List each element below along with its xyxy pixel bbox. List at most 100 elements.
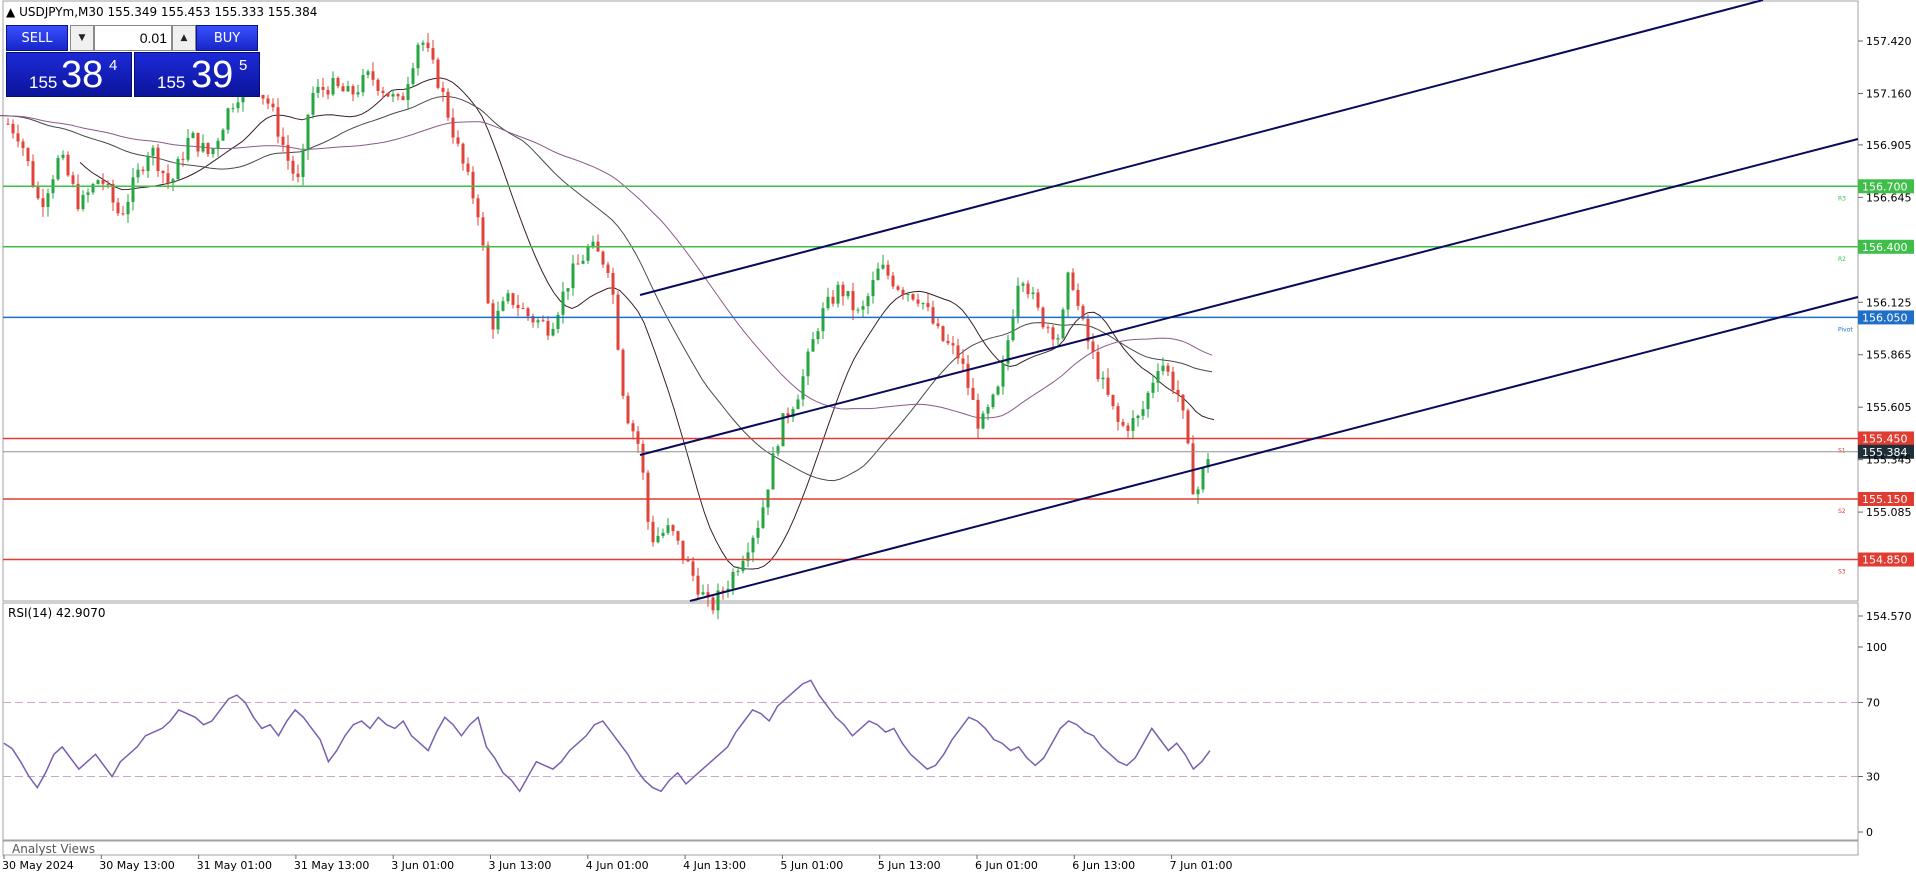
time-axis: 30 May 2024 30 May 13:00 31 May 01:00 31 Ma…	[2, 855, 1232, 872]
candle-body	[606, 264, 610, 273]
candle-body	[1036, 292, 1040, 308]
candle-body	[46, 193, 50, 208]
candle-body	[281, 136, 285, 145]
candle-body	[1156, 371, 1160, 383]
candle-body	[346, 86, 350, 92]
sell-price-display[interactable]: 155 38 4	[6, 52, 132, 97]
candle-body	[1166, 365, 1170, 372]
candle-body	[381, 90, 385, 93]
candle-body	[641, 443, 645, 473]
collapse-triangle-icon[interactable]: ▲	[6, 5, 15, 19]
candle-body	[626, 395, 630, 424]
candle-body	[961, 358, 965, 364]
rsi-tick-label: 30	[1866, 771, 1880, 784]
candle-body	[731, 571, 735, 589]
candle-body	[971, 387, 975, 400]
analyst-views-tab[interactable]: Analyst Views	[12, 842, 95, 856]
candle-body	[261, 94, 265, 99]
candle-body	[1201, 467, 1205, 490]
sell-button[interactable]: SELL	[6, 25, 68, 51]
candle-body	[61, 154, 65, 158]
candle-body	[1131, 418, 1135, 431]
candle-body	[331, 77, 335, 95]
candle-body	[856, 309, 860, 311]
candle-body	[636, 431, 640, 444]
candle-body	[1121, 421, 1125, 426]
lot-decrease-icon[interactable]: ▼	[70, 25, 94, 51]
candle-body	[296, 173, 300, 178]
symbol-header: ▲ USDJPYm,M30 155.349 155.453 155.333 15…	[6, 5, 317, 19]
candle-body	[1021, 283, 1025, 286]
candle-body	[631, 423, 635, 432]
analyst-strip	[2, 840, 1859, 856]
buy-price-fraction: 5	[239, 57, 248, 74]
candle-body	[521, 308, 525, 310]
candle-body	[1176, 389, 1180, 395]
price-tick-label: 155.085	[1866, 506, 1912, 519]
time-tick-label: 4 Jun 13:00	[683, 859, 746, 872]
candle-body	[421, 42, 425, 45]
price-tick-label: 156.645	[1866, 191, 1912, 204]
time-tick-label: 31 May 01:00	[197, 859, 272, 872]
candle-body	[471, 171, 475, 199]
candle-body	[441, 87, 445, 92]
candle-body	[896, 286, 900, 290]
candle-body	[691, 561, 695, 576]
candle-body	[1101, 377, 1105, 380]
time-tick-label: 6 Jun 13:00	[1072, 859, 1135, 872]
candle-body	[701, 592, 705, 595]
time-tick-label: 3 Jun 13:00	[489, 859, 552, 872]
candle-body	[116, 202, 120, 214]
candle-body	[956, 345, 960, 359]
candle-body	[1071, 272, 1075, 290]
candle-body	[366, 71, 370, 75]
time-tick-label: 7 Jun 01:00	[1170, 859, 1233, 872]
candle-body	[396, 94, 400, 97]
level-tag-r3: R3	[1838, 195, 1846, 202]
candle-body	[581, 260, 585, 264]
candle-body	[131, 177, 135, 202]
level-tag-s1: S1	[1838, 447, 1846, 454]
candle-body	[671, 525, 675, 532]
candle-body	[536, 320, 540, 323]
candle-body	[866, 296, 870, 307]
candle-body	[311, 92, 315, 115]
candle-body	[136, 169, 140, 178]
candle-body	[1016, 285, 1020, 317]
candle-body	[326, 89, 330, 95]
candle-body	[81, 194, 85, 210]
candle-body	[736, 570, 740, 572]
candle-body	[1116, 406, 1120, 422]
candle-body	[681, 540, 685, 560]
candle-body	[31, 161, 35, 187]
candle-body	[996, 386, 1000, 395]
candle-body	[406, 84, 410, 100]
buy-button[interactable]: BUY	[196, 25, 258, 51]
candle-body	[361, 74, 365, 93]
buy-price-display[interactable]: 155 39 5	[134, 52, 260, 97]
candle-body	[1056, 338, 1060, 340]
candle-body	[771, 453, 775, 490]
candle-body	[951, 343, 955, 346]
candle-body	[546, 321, 550, 336]
candle-body	[371, 71, 375, 80]
price-tick-label: 154.570	[1866, 610, 1912, 623]
candle-body	[831, 296, 835, 304]
candle-body	[976, 399, 980, 429]
rsi-tick-label: 70	[1866, 697, 1880, 710]
candle-body	[966, 363, 970, 388]
candle-body	[196, 132, 200, 152]
chart-canvas[interactable]: R3156.700R2156.400Pivot156.050S1155.450S…	[0, 0, 1916, 874]
candle-body	[1046, 327, 1050, 329]
price-tick-label: 155.345	[1866, 454, 1912, 467]
lot-size-input[interactable]: 0.01	[94, 25, 172, 51]
candle-body	[1111, 394, 1115, 407]
candle-body	[271, 103, 275, 108]
lot-increase-icon[interactable]: ▲	[172, 25, 196, 51]
candle-body	[851, 291, 855, 311]
candle-body	[141, 169, 145, 172]
level-tag-s3: S3	[1838, 569, 1846, 576]
candle-body	[496, 310, 500, 330]
candle-body	[576, 263, 580, 265]
candle-body	[466, 163, 470, 172]
